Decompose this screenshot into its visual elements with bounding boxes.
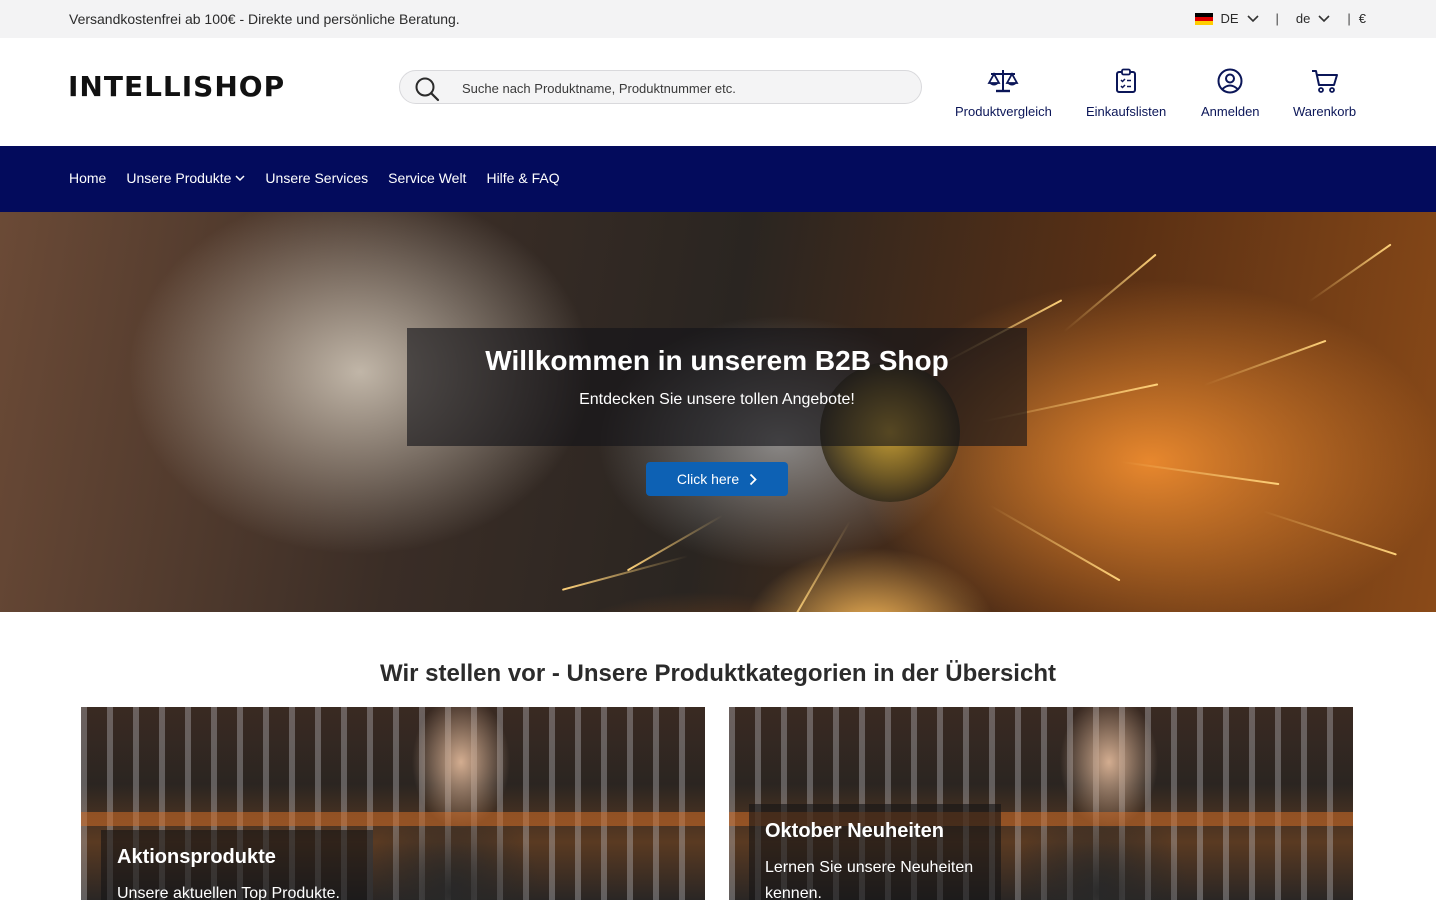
- chevron-down-icon: [1318, 14, 1330, 22]
- hero-cta-button[interactable]: Click here: [646, 462, 788, 496]
- top-info-bar: Versandkostenfrei ab 100€ - Direkte und …: [0, 0, 1436, 38]
- nav-item-label: Unsere Produkte: [126, 170, 232, 186]
- category-card-text: Lernen Sie unsere Neuheiten kennen.: [765, 859, 974, 900]
- shopping-lists-label: Einkaufslisten: [1086, 104, 1167, 119]
- country-selector[interactable]: DE: [1195, 11, 1259, 26]
- login-label: Anmelden: [1201, 104, 1260, 119]
- category-card-title: Oktober Neuheiten: [765, 820, 944, 842]
- chevron-down-icon: [1246, 14, 1259, 22]
- hero-cta-label: Click here: [676, 471, 740, 487]
- nav-item-label: Home: [69, 170, 107, 186]
- login-button[interactable]: Anmelden: [1201, 68, 1260, 119]
- category-card-overlay: Oktober Neuheiten Lernen Sie unsere Neuh…: [749, 804, 1001, 900]
- clipboard-list-icon: [1116, 68, 1137, 93]
- category-card[interactable]: Oktober Neuheiten Lernen Sie unsere Neuh…: [729, 707, 1353, 900]
- categories-heading: Wir stellen vor - Unsere Produktkategori…: [380, 660, 1056, 687]
- nav-item-help-faq[interactable]: Hilfe & FAQ: [486, 170, 559, 186]
- header-actions: Produktvergleich Einkaufslisten Anmelden: [0, 68, 1436, 128]
- country-code: DE: [1220, 11, 1239, 26]
- compare-label: Produktvergleich: [955, 104, 1052, 119]
- nav-item-label: Service Welt: [388, 170, 467, 186]
- nav-item-label: Hilfe & FAQ: [486, 170, 560, 186]
- hero-banner: Willkommen in unserem B2B Shop Entdecken…: [0, 212, 1436, 612]
- user-circle-icon: [1217, 68, 1243, 94]
- scale-icon: [987, 70, 1019, 93]
- hero-text-overlay: Willkommen in unserem B2B Shop Entdecken…: [407, 328, 1027, 446]
- card-image-decoration: [81, 812, 705, 826]
- site-header: INTELLISHOP Produktvergleich: [0, 38, 1436, 146]
- germany-flag-icon: [1195, 12, 1214, 25]
- separator: |: [1347, 11, 1351, 26]
- hero-title: Willkommen in unserem B2B Shop: [485, 345, 949, 376]
- main-navigation: Home Unsere Produkte Unsere Services Ser…: [0, 146, 1436, 212]
- language-selector[interactable]: de: [1296, 11, 1330, 26]
- nav-item-services[interactable]: Unsere Services: [265, 170, 368, 186]
- hero-subtitle: Entdecken Sie unsere tollen Angebote!: [579, 391, 855, 408]
- shipping-info: Versandkostenfrei ab 100€ - Direkte und …: [69, 11, 460, 27]
- category-card[interactable]: Aktionsprodukte Unsere aktuellen Top Pro…: [81, 707, 705, 900]
- nav-item-products[interactable]: Unsere Produkte: [126, 170, 245, 186]
- chevron-down-icon: [235, 174, 245, 181]
- category-card-title: Aktionsprodukte: [117, 846, 276, 868]
- chevron-right-icon: [749, 473, 757, 485]
- nav-item-home[interactable]: Home: [69, 170, 106, 186]
- category-card-overlay: Aktionsprodukte Unsere aktuellen Top Pro…: [101, 830, 373, 900]
- nav-item-service-world[interactable]: Service Welt: [388, 170, 466, 186]
- language-code: de: [1295, 11, 1311, 26]
- nav-item-label: Unsere Services: [265, 170, 369, 186]
- category-card-text: Unsere aktuellen Top Produkte.: [117, 885, 340, 900]
- shopping-lists-button[interactable]: Einkaufslisten: [1086, 68, 1166, 119]
- cart-icon: [1311, 70, 1338, 93]
- separator: |: [1275, 11, 1279, 26]
- compare-button[interactable]: Produktvergleich: [955, 68, 1052, 119]
- cart-label: Warenkorb: [1293, 104, 1357, 119]
- cart-button[interactable]: Warenkorb: [1293, 68, 1356, 119]
- currency-selector[interactable]: €: [1359, 11, 1366, 26]
- preferences: DE | de | €: [1195, 11, 1366, 26]
